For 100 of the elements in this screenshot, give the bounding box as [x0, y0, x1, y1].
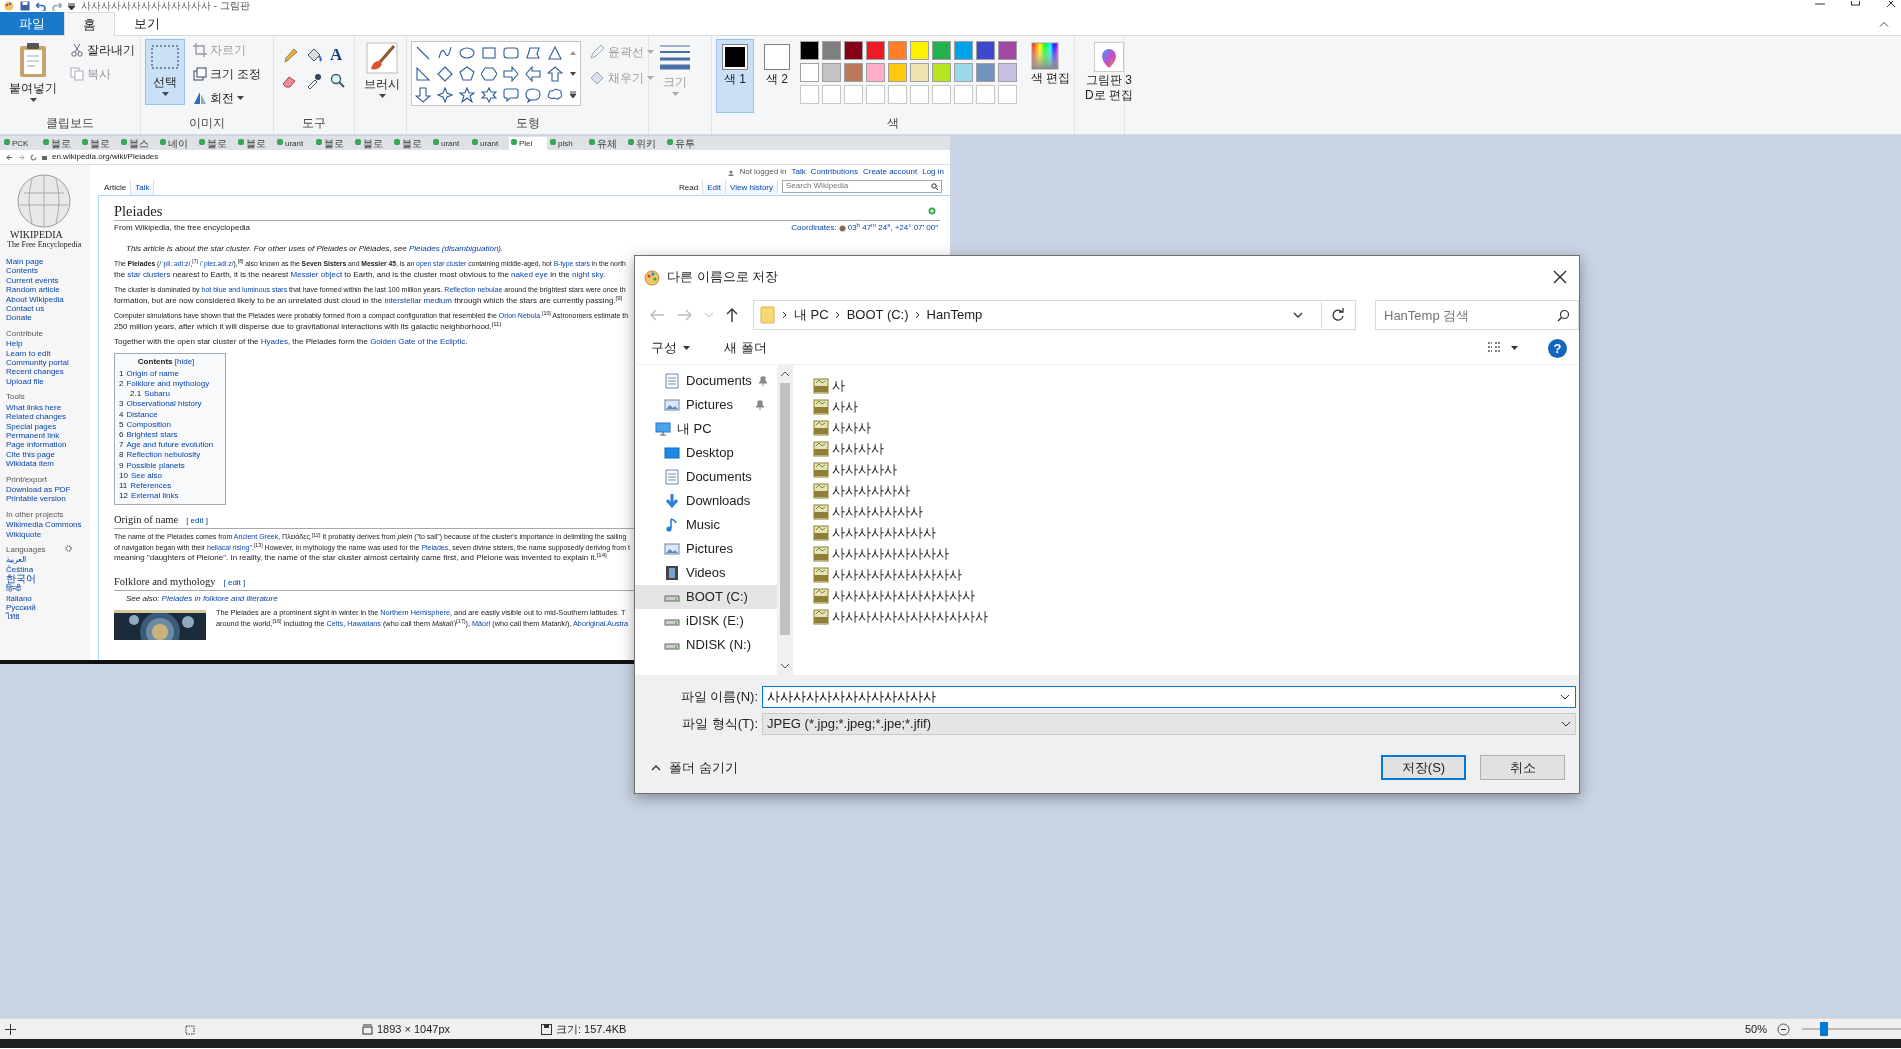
user-link[interactable]: Log in [922, 167, 944, 178]
right-arrow-shape-button[interactable] [501, 63, 521, 84]
color-swatch[interactable] [998, 63, 1017, 82]
file-name-field[interactable]: 사사사사사사사사사사사사사 [762, 686, 1576, 708]
file-item[interactable]: 사사사사사사사사사 [813, 543, 949, 564]
sidebar-link[interactable]: 한국어 [6, 574, 36, 585]
address-bar[interactable]: 내 PC BOOT (C:) HanTemp [753, 300, 1356, 330]
breadcrumb-item[interactable]: BOOT (C:) [846, 305, 909, 325]
color-swatch[interactable] [910, 41, 929, 60]
cut-button[interactable]: 잘라내기 [66, 39, 139, 61]
color-swatch[interactable] [910, 63, 929, 82]
navigation-item[interactable]: iDISK (E:) [635, 609, 777, 633]
navigation-item[interactable]: Videos [635, 561, 777, 585]
browser-tab[interactable]: 유투 [665, 137, 703, 150]
page-tab[interactable]: Edit [703, 180, 726, 194]
save-button[interactable]: 저장(S) [1381, 755, 1466, 780]
empty-color-slot[interactable] [910, 85, 929, 104]
color-swatch[interactable] [998, 41, 1017, 60]
text-tool[interactable]: A [326, 45, 348, 65]
sidebar-link[interactable]: Printable version [6, 494, 66, 504]
sidebar-link[interactable]: What links here [6, 402, 62, 413]
color-swatch[interactable] [954, 63, 973, 82]
current-color-button[interactable]: 색 2 [758, 39, 796, 113]
file-item[interactable]: 사사사사사사사사사사사 [813, 585, 975, 606]
sidebar-link[interactable]: Community portal [6, 358, 69, 368]
color-swatch[interactable] [822, 63, 841, 82]
navigation-item[interactable]: Documents [635, 465, 777, 489]
browser-tab[interactable]: 블로 [353, 137, 391, 150]
section-link[interactable]: 8 Reflection nebulosity [119, 450, 201, 461]
cancel-button[interactable]: 취소 [1480, 755, 1565, 780]
new-folder-button[interactable]: 새 폴더 [720, 336, 771, 360]
sidebar-link[interactable]: Main page [6, 257, 44, 267]
sidebar-link[interactable]: Contents [6, 266, 39, 276]
edit-with-paint-3d-button[interactable]: 그림판 3D로 편집 [1079, 39, 1139, 105]
browser-tab[interactable]: 블스 [119, 137, 157, 150]
browser-tab[interactable]: Plei [509, 137, 547, 150]
user-link[interactable]: Contributions [810, 167, 858, 178]
section-link[interactable]: 2 Folklore and mythology [119, 378, 210, 390]
empty-color-slot[interactable] [998, 85, 1017, 104]
color-swatch[interactable] [866, 41, 885, 60]
file-item[interactable]: 사사 [813, 396, 858, 417]
file-item[interactable]: 사사사사 [813, 438, 884, 459]
color-swatch[interactable] [844, 63, 863, 82]
resize-button[interactable]: 크기 조정 [189, 63, 266, 85]
sidebar-link[interactable]: Italiano [6, 593, 32, 603]
down-arrow-shape-button[interactable] [413, 84, 433, 105]
scrollbar[interactable] [777, 365, 793, 675]
empty-color-slot[interactable] [800, 85, 819, 104]
sidebar-link[interactable]: Related changes [6, 412, 67, 422]
address-bar[interactable]: en.wikipedia.org/wiki/Pleiades [52, 151, 159, 163]
ribbon-tab[interactable]: 보기 [115, 12, 179, 35]
color-swatch[interactable] [844, 41, 863, 60]
navigation-item[interactable]: NDISK (N:) [635, 633, 777, 657]
sidebar-link[interactable]: Help [6, 339, 23, 349]
organize-button[interactable]: 구성 [647, 336, 694, 360]
navigation-item[interactable]: Downloads [635, 489, 777, 513]
paste-button[interactable]: 붙여넣기 [4, 39, 62, 105]
sidebar-link[interactable]: Random article [6, 285, 60, 295]
brushes-button[interactable]: 브러시 [359, 39, 405, 105]
empty-color-slot[interactable] [976, 85, 995, 104]
hide-link[interactable]: [hide] [174, 356, 195, 366]
wiki-search-field[interactable]: Search Wikipedia [782, 180, 942, 193]
color-swatch[interactable] [822, 41, 841, 60]
empty-color-slot[interactable] [888, 85, 907, 104]
browser-tab[interactable]: 네이 [158, 137, 196, 150]
file-item[interactable]: 사사사사사사사 [813, 501, 923, 522]
empty-color-slot[interactable] [954, 85, 973, 104]
navigation-item[interactable]: BOOT (C:) [635, 585, 777, 609]
current-color-button[interactable]: 색 1 [716, 39, 754, 113]
sidebar-link[interactable]: Learn to edit [6, 348, 51, 359]
section-link[interactable]: 10 See also [119, 470, 163, 481]
sidebar-link[interactable]: Download as PDF [6, 484, 71, 495]
navigation-item[interactable]: Pictures [635, 537, 777, 561]
browser-tab[interactable]: 유체 [587, 137, 625, 150]
section-link[interactable]: 1 Origin of name [119, 368, 179, 379]
color-swatch[interactable] [976, 63, 995, 82]
browser-tab[interactable]: 블로 [197, 137, 235, 150]
color-swatch[interactable] [888, 63, 907, 82]
sidebar-link[interactable]: Page information [6, 440, 67, 450]
sidebar-link[interactable]: العربية [6, 555, 26, 565]
file-type-dropdown[interactable]: JPEG (*.jpg;*.jpeg;*.jpe;*.jfif) [762, 713, 1576, 735]
sidebar-link[interactable]: ไทย [6, 612, 20, 622]
hide-folders-button[interactable]: 폴더 숨기기 [647, 755, 742, 780]
file-item[interactable]: 사사사사사사사사 [813, 522, 936, 543]
left-arrow-shape-button[interactable] [523, 63, 543, 84]
section-link[interactable]: 5 Composition [119, 419, 171, 430]
browser-tab[interactable]: pish [548, 137, 586, 150]
sidebar-link[interactable]: Cite this page [6, 449, 55, 460]
sidebar-link[interactable]: Contact us [6, 304, 45, 314]
help-button[interactable]: ? [1548, 338, 1567, 358]
section-link[interactable]: 9 Possible planets [119, 460, 185, 471]
zoom-out-button[interactable] [1776, 1021, 1791, 1037]
browser-tab[interactable]: urant [431, 137, 469, 150]
zoom-slider[interactable] [1802, 1022, 1901, 1036]
file-item[interactable]: 사사사사사사사사사사사사 [813, 606, 988, 627]
file-item[interactable]: 사 [813, 375, 845, 396]
file-item[interactable]: 사사사사사사사사사사 [813, 564, 962, 585]
color-swatch[interactable] [954, 41, 973, 60]
browser-tab[interactable]: 블로 [41, 137, 79, 150]
browser-tab[interactable]: 블로 [236, 137, 274, 150]
